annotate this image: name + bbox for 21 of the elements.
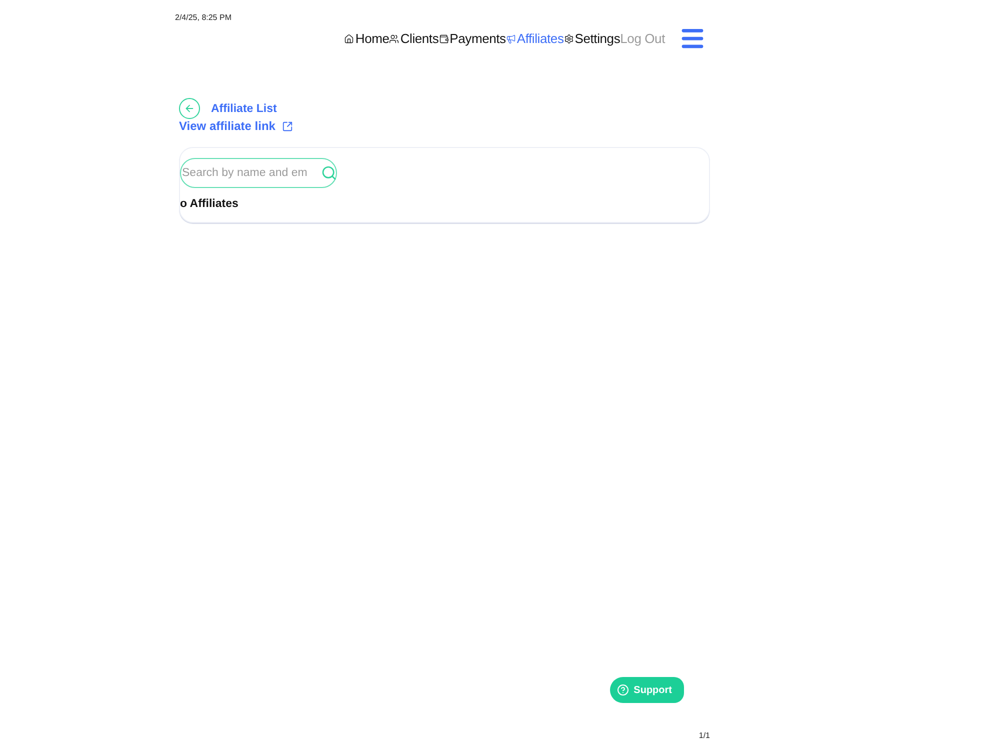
page-number: 1/1 <box>698 731 710 740</box>
search-icon[interactable] <box>321 165 337 181</box>
back-button[interactable] <box>179 98 200 119</box>
help-icon <box>616 684 629 696</box>
users-icon <box>389 34 400 44</box>
nav-link[interactable]: Settings <box>564 31 620 46</box>
home-icon <box>344 34 354 44</box>
external-link-icon <box>282 120 294 132</box>
megaphone-icon <box>506 34 516 44</box>
nav-link[interactable]: Clients <box>389 31 439 46</box>
settings-icon <box>564 34 574 44</box>
nav-link[interactable]: Affiliates <box>506 31 564 46</box>
arrow-left-icon <box>184 103 195 114</box>
view-affiliate-link[interactable]: View affiliate link <box>179 119 294 133</box>
nav-link[interactable]: Home <box>344 31 390 46</box>
search-field[interactable]: Search by name and em <box>180 158 337 188</box>
nav-link[interactable]: Payments <box>438 31 506 46</box>
empty-message: o Affiliates <box>180 198 238 210</box>
print-timestamp: 2/4/25, 8:25 PM <box>175 12 232 23</box>
wallet-icon <box>438 34 449 44</box>
page-title: Affiliate List <box>211 102 277 114</box>
